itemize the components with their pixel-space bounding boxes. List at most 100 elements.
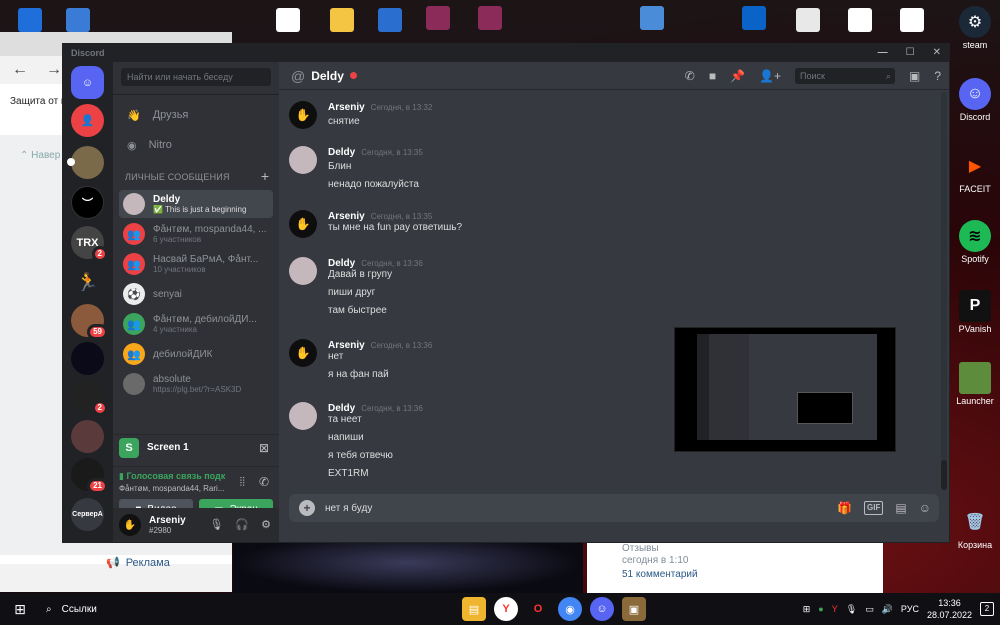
window-titlebar[interactable]: Discord — ☐ ✕	[63, 44, 949, 62]
inbox-icon[interactable]: ▣	[909, 69, 920, 83]
friend-requests-button[interactable]: 👤	[71, 104, 104, 137]
app-icon[interactable]	[18, 8, 42, 32]
file-icon[interactable]	[900, 8, 924, 32]
feed-reviews[interactable]: Отзывы	[622, 543, 659, 554]
desktop-icon-recycle-bin[interactable]: 🗑 Корзина	[952, 506, 998, 550]
back-icon[interactable]: ←	[12, 61, 28, 79]
volume-icon[interactable]: 🔊	[882, 604, 893, 615]
discord-icon[interactable]: ☺	[590, 597, 614, 621]
nitro-nav[interactable]: ◉ Nitro	[121, 132, 271, 158]
add-dm-icon[interactable]: +	[261, 168, 269, 184]
notification-icon[interactable]: 2	[980, 602, 994, 616]
sticker-icon[interactable]: ▤	[895, 501, 906, 515]
message-author[interactable]: Arseniy	[328, 211, 365, 222]
app-icon[interactable]	[378, 8, 402, 32]
soundwave-icon[interactable]: ⦙⦙	[240, 475, 245, 490]
network-icon[interactable]: ⊞	[803, 604, 811, 615]
opera-icon[interactable]: O	[526, 597, 550, 621]
desktop-icon-discord[interactable]: ☺ Discord	[952, 78, 998, 122]
microphone-icon[interactable]: 🎙	[209, 518, 223, 531]
taskbar-search[interactable]: ⌕ Ссылки	[46, 604, 246, 615]
emoji-icon[interactable]: ☺	[919, 501, 931, 515]
winrar-icon[interactable]	[478, 6, 502, 30]
screen-share-panel[interactable]: S Screen 1 ⊠	[113, 434, 279, 460]
friends-nav[interactable]: 👋 Друзья	[121, 102, 271, 128]
chat-search-input[interactable]: Поиск ⌕	[794, 68, 895, 84]
message-author[interactable]: Deldy	[328, 258, 355, 269]
dm-item[interactable]: 👥 дебилойДИК	[119, 340, 273, 368]
chat-scrollbar[interactable]	[941, 92, 947, 490]
call-icon[interactable]: ✆	[685, 69, 695, 83]
gift-icon[interactable]: 🎁	[837, 501, 852, 515]
server-icon[interactable]: ︶	[71, 186, 104, 219]
avatar[interactable]	[289, 257, 317, 285]
message-author[interactable]: Arseniy	[328, 102, 365, 113]
message-input[interactable]	[325, 502, 725, 514]
server-icon[interactable]	[71, 342, 104, 375]
video-call-icon[interactable]: ■	[709, 69, 716, 83]
app-icon[interactable]	[796, 8, 820, 32]
clock[interactable]: 13:36 28.07.2022	[927, 597, 972, 621]
help-icon[interactable]: ?	[934, 69, 941, 83]
dm-search-input[interactable]: Найти или начать беседу	[121, 68, 271, 86]
avatar[interactable]: ✋	[289, 210, 317, 238]
server-icon[interactable]: 🏃	[71, 266, 104, 299]
add-friend-icon[interactable]: 👤+	[759, 69, 781, 83]
server-icon[interactable]: TRX 2	[71, 226, 108, 262]
app-icon[interactable]	[276, 8, 300, 32]
app-icon[interactable]	[66, 8, 90, 32]
side-nav-item[interactable]: ⌃ Навер	[20, 150, 60, 161]
microphone-icon[interactable]: 🎙	[846, 604, 857, 615]
chrome-icon[interactable]: ◉	[558, 597, 582, 621]
gif-icon[interactable]: GIF	[864, 501, 884, 515]
dm-item[interactable]: 👥 Фåнтøм, mospanda44, ... 6 участников	[119, 220, 273, 248]
headphones-icon[interactable]: 🎧	[235, 518, 249, 531]
forward-icon[interactable]: →	[46, 61, 62, 79]
server-icon[interactable]: 21	[71, 458, 108, 494]
dm-item[interactable]: Deldy ✅ This is just a beginning	[119, 190, 273, 218]
close-icon[interactable]: ✕	[933, 44, 941, 62]
message-author[interactable]: Deldy	[328, 403, 355, 414]
desktop-icon-steam[interactable]: ⚙ steam	[952, 6, 998, 50]
dm-item[interactable]: 👥 Фåнтøм, дебилойДИ... 4 участника	[119, 310, 273, 338]
dm-item[interactable]: 👥 Насвай БаРмА, Фåнт... 10 участников	[119, 250, 273, 278]
file-explorer-icon[interactable]: ▤	[462, 597, 486, 621]
desktop-icon-faceit[interactable]: ▶ FACEIT	[952, 150, 998, 194]
display-icon[interactable]: ▭	[865, 604, 874, 615]
feed-comments[interactable]: 51 комментарий	[622, 569, 698, 580]
avatar[interactable]	[289, 146, 317, 174]
desktop-icon-pvanish[interactable]: P PVanish	[952, 290, 998, 334]
dm-item[interactable]: ⚽ senyai	[119, 280, 273, 308]
shield-icon[interactable]: ●	[818, 604, 823, 614]
disconnect-icon[interactable]: ✆	[259, 475, 269, 489]
pin-icon[interactable]: 📌	[730, 69, 745, 83]
minimize-icon[interactable]: —	[878, 44, 888, 62]
upload-icon[interactable]: +	[299, 500, 315, 516]
voice-channel[interactable]: Фåнтøм, mospanda44, Rari...	[119, 484, 279, 493]
yandex-browser-icon[interactable]: Y	[494, 597, 518, 621]
file-icon[interactable]	[848, 8, 872, 32]
screen-share-preview[interactable]	[674, 327, 896, 452]
avatar[interactable]: ✋	[289, 339, 317, 367]
avatar[interactable]: ✋	[289, 101, 317, 129]
avatar[interactable]	[289, 402, 317, 430]
server-icon[interactable]: 59	[71, 304, 108, 340]
yandex-icon[interactable]: Y	[832, 604, 838, 614]
server-icon[interactable]: 2	[71, 380, 108, 416]
app-icon[interactable]	[330, 8, 354, 32]
message-author[interactable]: Deldy	[328, 147, 355, 158]
windows-start-icon[interactable]: ⊞	[0, 601, 40, 618]
language-indicator[interactable]: РУС	[901, 604, 919, 614]
app-icon[interactable]: ▣	[622, 597, 646, 621]
message-author[interactable]: Arseniy	[328, 340, 365, 351]
desktop-icon-spotify[interactable]: ≋ Spotify	[952, 220, 998, 264]
ads-link[interactable]: 📢 Реклама	[106, 556, 170, 570]
avatar[interactable]: ✋	[119, 514, 141, 536]
home-button[interactable]: ☺	[71, 66, 104, 99]
server-icon[interactable]: СерверА	[71, 498, 104, 531]
winrar-icon[interactable]	[426, 6, 450, 30]
maximize-icon[interactable]: ☐	[906, 44, 915, 62]
app-icon[interactable]	[640, 6, 664, 30]
server-icon[interactable]	[71, 420, 104, 453]
server-icon[interactable]	[67, 146, 104, 179]
